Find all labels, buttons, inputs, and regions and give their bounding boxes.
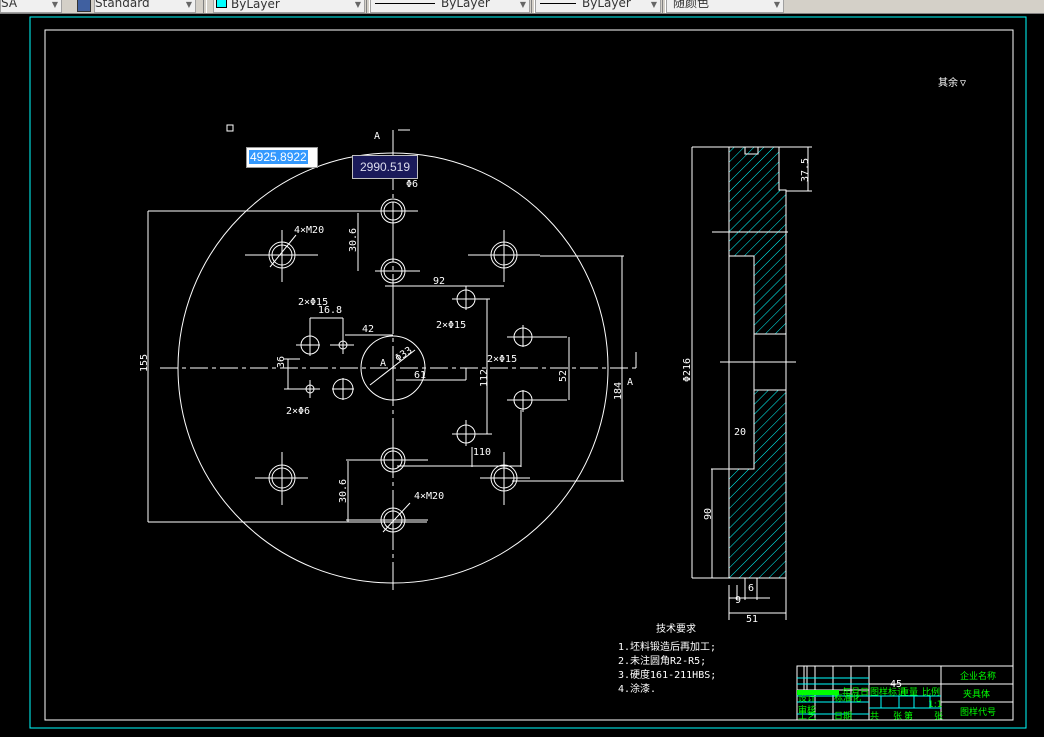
cursor-pickbox <box>226 124 234 132</box>
plot-style-dropdown[interactable]: 随颜色 ▼ <box>666 0 784 13</box>
dim-92: 92 <box>433 276 445 287</box>
drawing-canvas[interactable]: 其余 ▽ A A A 155 30.6 30.6 4×M20 4×M20 92 … <box>0 14 1044 737</box>
dim-42: 42 <box>362 324 374 335</box>
section-label-top: A <box>374 131 380 142</box>
dim-30-6-bottom: 30.6 <box>338 479 349 503</box>
tech-req-item: 2.未注圆角R2-R5; <box>618 654 706 667</box>
text-style-value: Standard <box>95 0 150 10</box>
dim-30-6-top: 30.6 <box>348 228 359 252</box>
dim-112: 112 <box>479 369 490 387</box>
front-view: A A A 155 30.6 30.6 4×M20 4×M20 92 2×Φ15… <box>139 129 640 590</box>
dim-phi15-right: 2×Φ15 <box>487 354 517 365</box>
roughness-symbol-icon: ▽ <box>960 78 966 89</box>
tech-req-item: 1.坯料锻造后再加工; <box>618 640 716 653</box>
dim-184: 184 <box>613 382 624 400</box>
linetype-dropdown[interactable]: ByLayer ▼ <box>370 0 530 13</box>
dim-52: 52 <box>558 370 569 382</box>
side-section-view: 37.5 Φ216 20 90 6 9 51 <box>682 146 812 625</box>
linetype-sample <box>375 3 435 4</box>
dim-phi15-mid: 2×Φ15 <box>436 320 466 331</box>
chevron-down-icon: ▼ <box>354 0 361 9</box>
color-dropdown[interactable]: ByLayer ▼ <box>213 0 365 13</box>
drawing-border <box>44 29 1014 721</box>
dynamic-input-tooltip[interactable]: 2990.519 <box>352 155 418 179</box>
dim-51: 51 <box>746 614 758 625</box>
tb-label: 比例 <box>922 686 940 698</box>
tb-label: 日期 <box>834 711 852 722</box>
company-name-cell: 企业名称 <box>960 670 996 682</box>
dim-9: 9 <box>735 595 741 606</box>
text-style-icon[interactable] <box>77 0 91 12</box>
chevron-down-icon: ▼ <box>519 0 526 9</box>
section-arrow-top <box>392 129 410 145</box>
tb-label: 张 <box>893 711 902 722</box>
tech-req-item: 4.涂漆. <box>618 682 656 695</box>
color-value: ByLayer <box>231 0 280 11</box>
dim-6: 6 <box>748 583 754 594</box>
tb-label: 设计 <box>798 692 816 704</box>
dim-m20-top: 4×M20 <box>294 225 324 236</box>
style-dropdown[interactable]: SA ▼ <box>0 0 62 13</box>
dim-m20-bottom: 4×M20 <box>414 491 444 502</box>
outer-frame <box>29 16 1027 729</box>
dim-phi6: Φ6 <box>406 179 418 190</box>
linetype-value: ByLayer <box>441 0 490 10</box>
lineweight-value: ByLayer <box>582 0 631 10</box>
dim-phi216: Φ216 <box>682 358 693 382</box>
dim-36: 36 <box>276 356 287 368</box>
dim-16-8: 16.8 <box>318 305 342 316</box>
title-block: 45 企业名称 夹具体 图样代号 1:1 设计 标准化 审核 工艺 日期 图样标… <box>796 665 1014 722</box>
lineweight-sample <box>540 3 576 4</box>
tb-label: 年月日 <box>842 686 869 698</box>
chevron-down-icon: ▼ <box>185 0 192 9</box>
section-label-right: A <box>627 377 633 388</box>
tech-req-item: 3.硬度161-211HBS; <box>618 668 716 681</box>
style-value: SA <box>1 0 18 10</box>
tb-label: 重量 <box>900 686 918 698</box>
dim-155: 155 <box>139 354 150 372</box>
dim-20: 20 <box>734 427 746 438</box>
selected-input-value: 4925.8922 <box>249 150 308 164</box>
technical-requirements: 技术要求 1.坯料锻造后再加工; 2.未注圆角R2-R5; 3.硬度161-21… <box>618 622 716 695</box>
dim-110: 110 <box>473 447 491 458</box>
chevron-down-icon: ▼ <box>51 0 58 9</box>
part-name-cell: 夹具体 <box>963 688 990 700</box>
dim-phi33: Φ33 <box>393 345 414 364</box>
chevron-down-icon: ▼ <box>650 0 657 9</box>
scale-cell: 1:1 <box>928 700 942 710</box>
dim-61: 61 <box>414 370 426 381</box>
roughness-note: 其余 <box>938 76 958 89</box>
drawing-number-cell: 图样代号 <box>960 706 996 718</box>
lineweight-dropdown[interactable]: ByLayer ▼ <box>535 0 661 13</box>
dimension-lines <box>147 210 624 533</box>
dynamic-input-field[interactable]: 4925.8922 <box>246 147 318 168</box>
section-label-center: A <box>380 358 386 369</box>
tb-label: 工艺 <box>798 711 816 722</box>
dim-phi6-pair: 2×Φ6 <box>286 406 310 417</box>
dim-37-5: 37.5 <box>800 158 811 182</box>
tech-req-title: 技术要求 <box>656 622 696 635</box>
chevron-down-icon: ▼ <box>773 0 780 9</box>
plot-style-value: 随颜色 <box>673 0 710 10</box>
properties-toolbar: SA ▼ Standard ▼ ByLayer ▼ ByLayer ▼ ByLayer ▼… <box>0 0 1044 14</box>
tb-label: 张 <box>934 711 943 722</box>
tb-label: 第 <box>904 710 913 722</box>
color-swatch <box>216 0 227 8</box>
tb-label: 共 <box>870 711 879 722</box>
text-style-dropdown[interactable]: Standard ▼ <box>94 0 196 13</box>
toolbar-separator <box>203 0 207 13</box>
dim-90: 90 <box>703 508 714 520</box>
